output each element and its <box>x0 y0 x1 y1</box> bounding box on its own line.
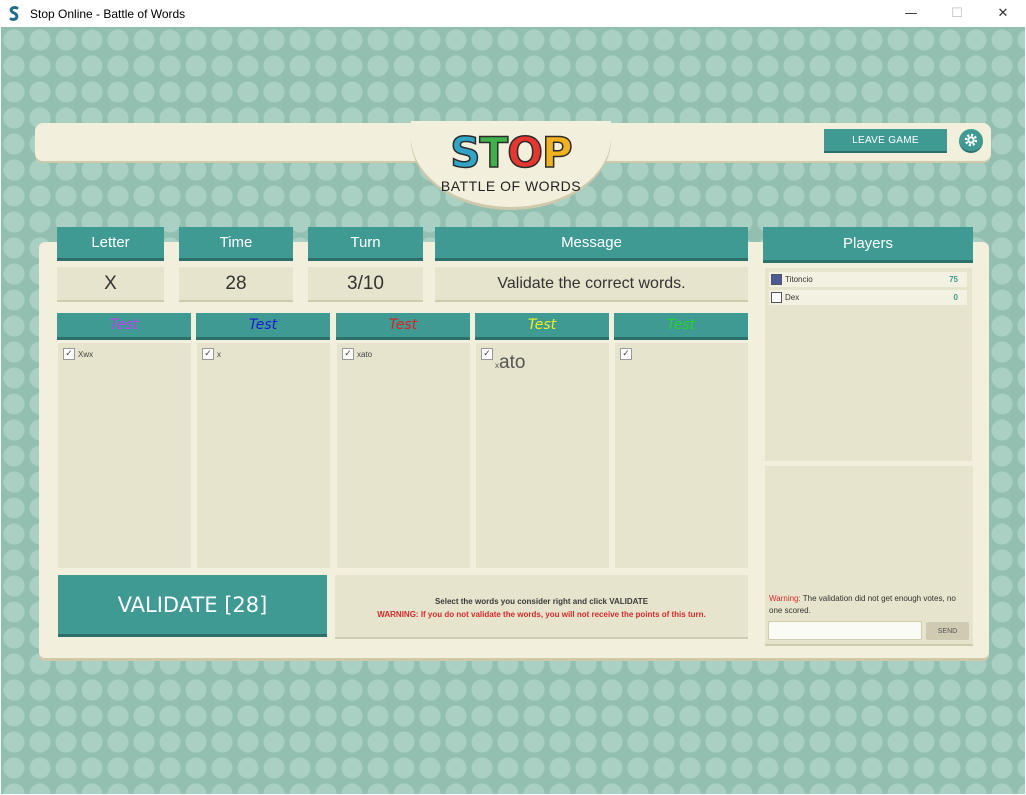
logo-letter-s: S <box>450 128 482 178</box>
window-title: Stop Online - Battle of Words <box>30 6 186 21</box>
word-checkbox[interactable]: ✓ <box>63 348 75 360</box>
player-score: 75 <box>949 275 958 284</box>
category-column-4: ✓ xato <box>476 343 609 568</box>
category-header-5: Test <box>614 313 748 340</box>
chat-message: Warning: The validation did not get enou… <box>769 593 965 617</box>
word-entry: xato <box>357 350 373 359</box>
instruction-text: Select the words you consider right and … <box>434 597 649 606</box>
category-column-3: ✓ xato <box>337 343 470 568</box>
leave-game-button[interactable]: LEAVE GAME <box>824 129 947 153</box>
logo-subtitle: BATTLE OF WORDS <box>440 178 582 194</box>
players-header: Players <box>763 227 973 263</box>
category-header-3: Test <box>336 313 470 340</box>
logo-letter-t: T <box>479 128 509 178</box>
word-checkbox[interactable]: ✓ <box>202 348 214 360</box>
avatar <box>771 292 782 303</box>
word-checkbox[interactable]: ✓ <box>620 348 632 360</box>
category-header-1: Test <box>57 313 191 340</box>
send-button[interactable]: SEND <box>926 622 969 640</box>
avatar <box>771 274 782 285</box>
letter-value: X <box>57 267 164 302</box>
warning-text: WARNING: If you do not validate the word… <box>377 610 706 619</box>
minimize-button[interactable]: — <box>888 0 934 27</box>
letter-header: Letter <box>57 227 164 261</box>
validate-button[interactable]: VALIDATE [28] <box>58 575 327 637</box>
info-box: Select the words you consider right and … <box>335 575 748 639</box>
maximize-button[interactable]: ☐ <box>934 0 980 27</box>
message-header: Message <box>435 227 748 261</box>
player-name: Titoncio <box>785 275 813 284</box>
app-icon <box>6 5 22 22</box>
word-entry: Xwx <box>78 350 94 359</box>
player-row[interactable]: Titoncio 75 <box>769 272 967 287</box>
chat-warning-label: Warning: <box>769 594 801 603</box>
word-checkbox[interactable]: ✓ <box>481 348 493 360</box>
player-score: 0 <box>953 293 958 302</box>
player-name: Dex <box>785 293 800 302</box>
game-logo: STOP <box>411 128 611 178</box>
chat-panel: Warning: The validation did not get enou… <box>765 466 973 646</box>
chat-input[interactable] <box>768 621 922 640</box>
word-entry: x <box>217 350 221 359</box>
turn-value: 3/10 <box>308 267 423 302</box>
message-value: Validate the correct words. <box>435 267 748 302</box>
category-column-5: ✓ <box>615 343 748 568</box>
gear-icon <box>964 133 978 147</box>
settings-button[interactable] <box>959 129 983 153</box>
category-header-4: Test <box>475 313 609 340</box>
category-column-2: ✓ x <box>197 343 330 568</box>
word-entry: xato <box>495 352 526 373</box>
game-area: STOP BATTLE OF WORDS LEAVE GAME Letter T… <box>1 27 1025 794</box>
player-row[interactable]: Dex 0 <box>769 290 967 305</box>
players-list: Titoncio 75 Dex 0 <box>765 268 972 461</box>
turn-header: Turn <box>308 227 423 261</box>
time-value: 28 <box>179 267 293 302</box>
logo-letter-o: O <box>506 128 543 178</box>
category-column-1: ✓ Xwx <box>58 343 191 568</box>
time-header: Time <box>179 227 293 261</box>
window-titlebar: Stop Online - Battle of Words — ☐ ✕ <box>0 0 1026 27</box>
word-checkbox[interactable]: ✓ <box>342 348 354 360</box>
category-header-2: Test <box>196 313 330 340</box>
window-controls: — ☐ ✕ <box>888 0 1026 27</box>
close-button[interactable]: ✕ <box>980 0 1026 27</box>
logo-letter-p: P <box>541 128 573 178</box>
